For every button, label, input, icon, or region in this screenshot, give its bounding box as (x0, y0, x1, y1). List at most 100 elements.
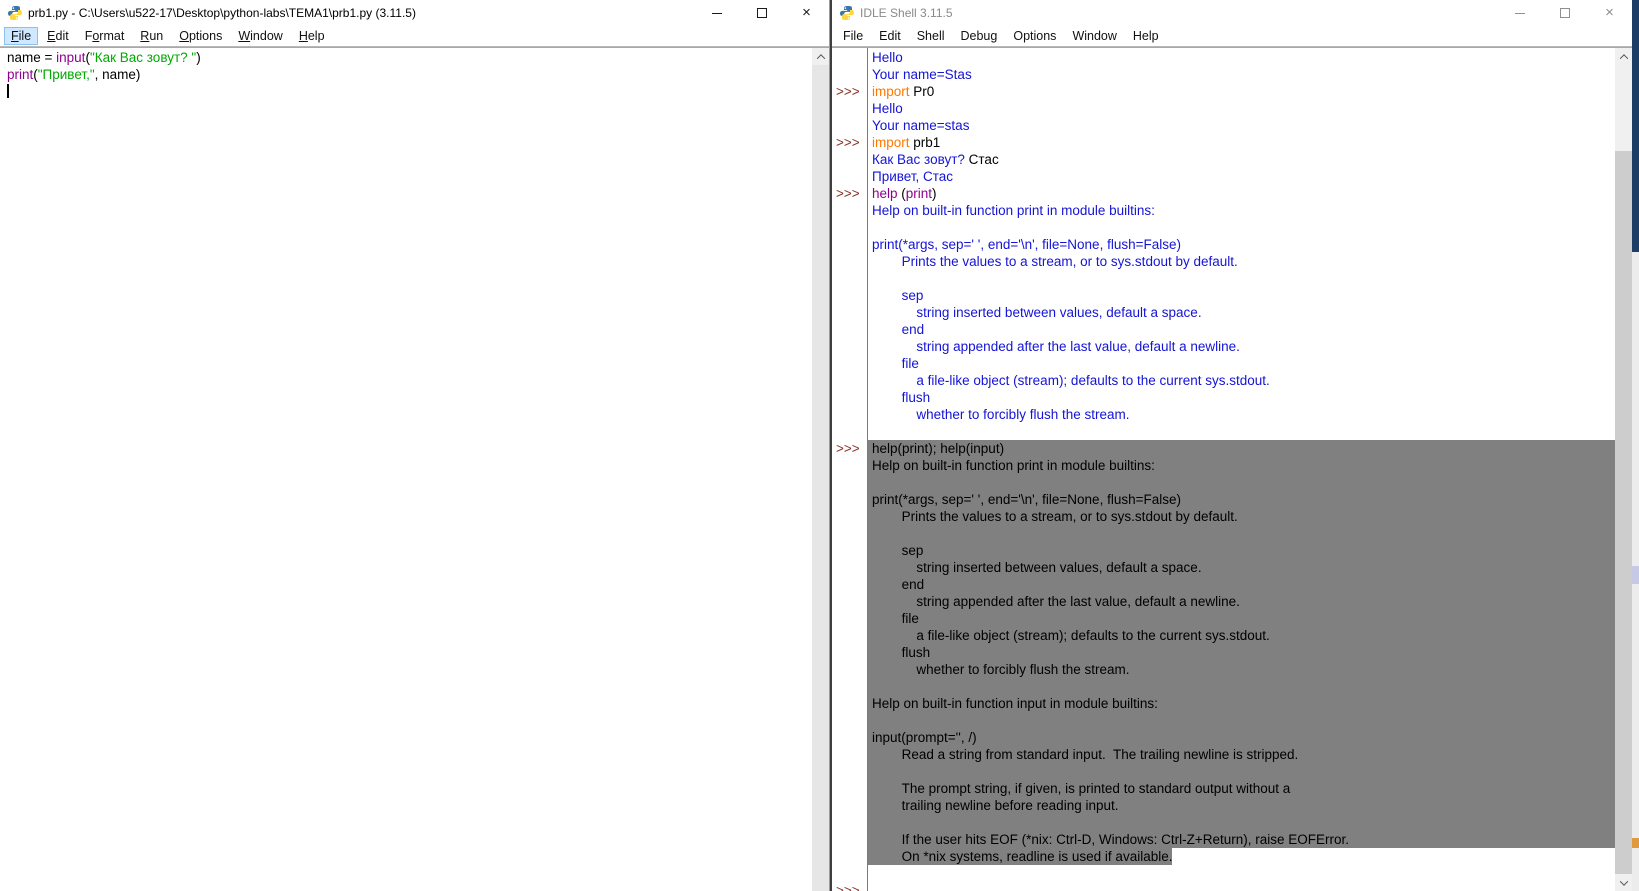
shell-output: HelloYour name=Stas>>>import Pr0HelloYou… (832, 49, 1615, 891)
shell-line-text: whether to forcibly flush the stream. (868, 661, 1615, 678)
shell-prompt-gutter (832, 355, 868, 372)
shell-prompt-gutter (832, 644, 868, 661)
shell-line: Hello (832, 100, 1615, 117)
shell-prompt-gutter (832, 168, 868, 185)
scrollbar-thumb[interactable] (812, 65, 829, 891)
menu-item-help[interactable]: Help (292, 27, 332, 45)
menu-item-help[interactable]: Help (1126, 27, 1166, 45)
shell-prompt-gutter (832, 304, 868, 321)
maximize-icon (757, 8, 767, 18)
shell-prompt-gutter (832, 814, 868, 831)
shell-line (832, 814, 1615, 831)
shell-line-text: Read a string from standard input. The t… (868, 746, 1615, 763)
maximize-button[interactable] (1542, 0, 1587, 26)
scroll-up-button[interactable] (812, 48, 829, 65)
shell-prompt-gutter (832, 287, 868, 304)
shell-line-text: import Pr0 (868, 83, 1615, 100)
background-window-navy-area (1632, 0, 1639, 252)
editor-titlebar[interactable]: prb1.py - C:\Users\u522-17\Desktop\pytho… (0, 0, 829, 26)
shell-line-text: Hello (868, 100, 1615, 117)
close-button[interactable]: × (784, 0, 829, 26)
shell-line: input(prompt='', /) (832, 729, 1615, 746)
menu-item-file[interactable]: File (836, 27, 870, 45)
maximize-button[interactable] (739, 0, 784, 26)
shell-line-text: The prompt string, if given, is printed … (868, 780, 1615, 797)
shell-window-title: IDLE Shell 3.11.5 (860, 6, 953, 20)
shell-line: print(*args, sep=' ', end='\n', file=Non… (832, 491, 1615, 508)
shell-line: Как Вас зовут? Стас (832, 151, 1615, 168)
shell-line-text: file (868, 355, 1615, 372)
shell-prompt-gutter (832, 695, 868, 712)
shell-prompt-gutter (832, 780, 868, 797)
editor-scrollbar[interactable] (812, 48, 829, 891)
menu-item-options[interactable]: Options (1006, 27, 1063, 45)
scroll-down-button[interactable] (1615, 874, 1632, 891)
menu-item-window[interactable]: Window (231, 27, 289, 45)
shell-titlebar[interactable]: IDLE Shell 3.11.5 × (832, 0, 1632, 26)
shell-line: file (832, 355, 1615, 372)
shell-line-text: print(*args, sep=' ', end='\n', file=Non… (868, 491, 1615, 508)
shell-line: end (832, 576, 1615, 593)
minimize-button[interactable] (694, 0, 739, 26)
close-icon: × (802, 8, 811, 18)
shell-prompt-gutter (832, 491, 868, 508)
shell-scrollbar[interactable] (1615, 48, 1632, 891)
scrollbar-thumb[interactable] (1615, 151, 1632, 874)
shell-prompt-gutter (832, 219, 868, 236)
shell-line-text: Your name=stas (868, 117, 1615, 134)
editor-text-area[interactable]: name = input("Как Вас зовут? ")print("Пр… (0, 47, 829, 891)
shell-line-text: a file-like object (stream); defaults to… (868, 372, 1615, 389)
shell-prompt-gutter (832, 610, 868, 627)
shell-prompt-gutter (832, 202, 868, 219)
shell-line (832, 270, 1615, 287)
shell-line-text: a file-like object (stream); defaults to… (868, 627, 1615, 644)
shell-line: string appended after the last value, de… (832, 338, 1615, 355)
shell-line: sep (832, 542, 1615, 559)
shell-line-text: end (868, 576, 1615, 593)
shell-line: >>>help(print); help(input) (832, 440, 1615, 457)
shell-line-text: Help on built-in function print in modul… (868, 457, 1615, 474)
shell-line-text: import prb1 (868, 134, 1615, 151)
shell-menubar: FileEditShellDebugOptionsWindowHelp (832, 26, 1632, 47)
shell-line: file (832, 610, 1615, 627)
menu-item-options[interactable]: Options (172, 27, 229, 45)
shell-line (832, 525, 1615, 542)
shell-line: whether to forcibly flush the stream. (832, 661, 1615, 678)
shell-line: On *nix systems, readline is used if ava… (832, 848, 1615, 865)
shell-line (832, 219, 1615, 236)
shell-prompt-gutter (832, 865, 868, 882)
shell-line-text: string inserted between values, default … (868, 559, 1615, 576)
shell-prompt-gutter (832, 66, 868, 83)
menu-item-debug[interactable]: Debug (954, 27, 1005, 45)
minimize-icon (712, 13, 722, 14)
shell-prompt-gutter (832, 474, 868, 491)
shell-prompt-gutter (832, 253, 868, 270)
shell-line-text (868, 865, 1615, 882)
menu-item-run[interactable]: Run (133, 27, 170, 45)
shell-prompt: >>> (832, 83, 868, 100)
shell-prompt-gutter (832, 712, 868, 729)
menu-item-shell[interactable]: Shell (910, 27, 952, 45)
minimize-button[interactable] (1497, 0, 1542, 26)
chevron-down-icon (1619, 877, 1627, 885)
shell-text-area[interactable]: HelloYour name=Stas>>>import Pr0HelloYou… (832, 47, 1632, 891)
menu-item-window[interactable]: Window (1065, 27, 1123, 45)
shell-prompt-gutter (832, 542, 868, 559)
menu-item-edit[interactable]: Edit (872, 27, 908, 45)
shell-line (832, 865, 1615, 882)
shell-prompt-gutter (832, 525, 868, 542)
close-button[interactable]: × (1587, 0, 1632, 26)
shell-line-text: flush (868, 644, 1615, 661)
shell-line-text: Hello (868, 49, 1615, 66)
shell-line: >>>help (print) (832, 185, 1615, 202)
shell-prompt-gutter (832, 151, 868, 168)
shell-line-text: input(prompt='', /) (868, 729, 1615, 746)
shell-prompt: >>> (832, 882, 868, 891)
menu-item-edit[interactable]: Edit (40, 27, 76, 45)
menu-item-file[interactable]: File (4, 27, 38, 45)
scroll-up-button[interactable] (1615, 48, 1632, 65)
shell-line-text: If the user hits EOF (*nix: Ctrl-D, Wind… (868, 831, 1615, 848)
shell-line: flush (832, 644, 1615, 661)
shell-prompt-gutter (832, 406, 868, 423)
menu-item-format[interactable]: Format (78, 27, 132, 45)
